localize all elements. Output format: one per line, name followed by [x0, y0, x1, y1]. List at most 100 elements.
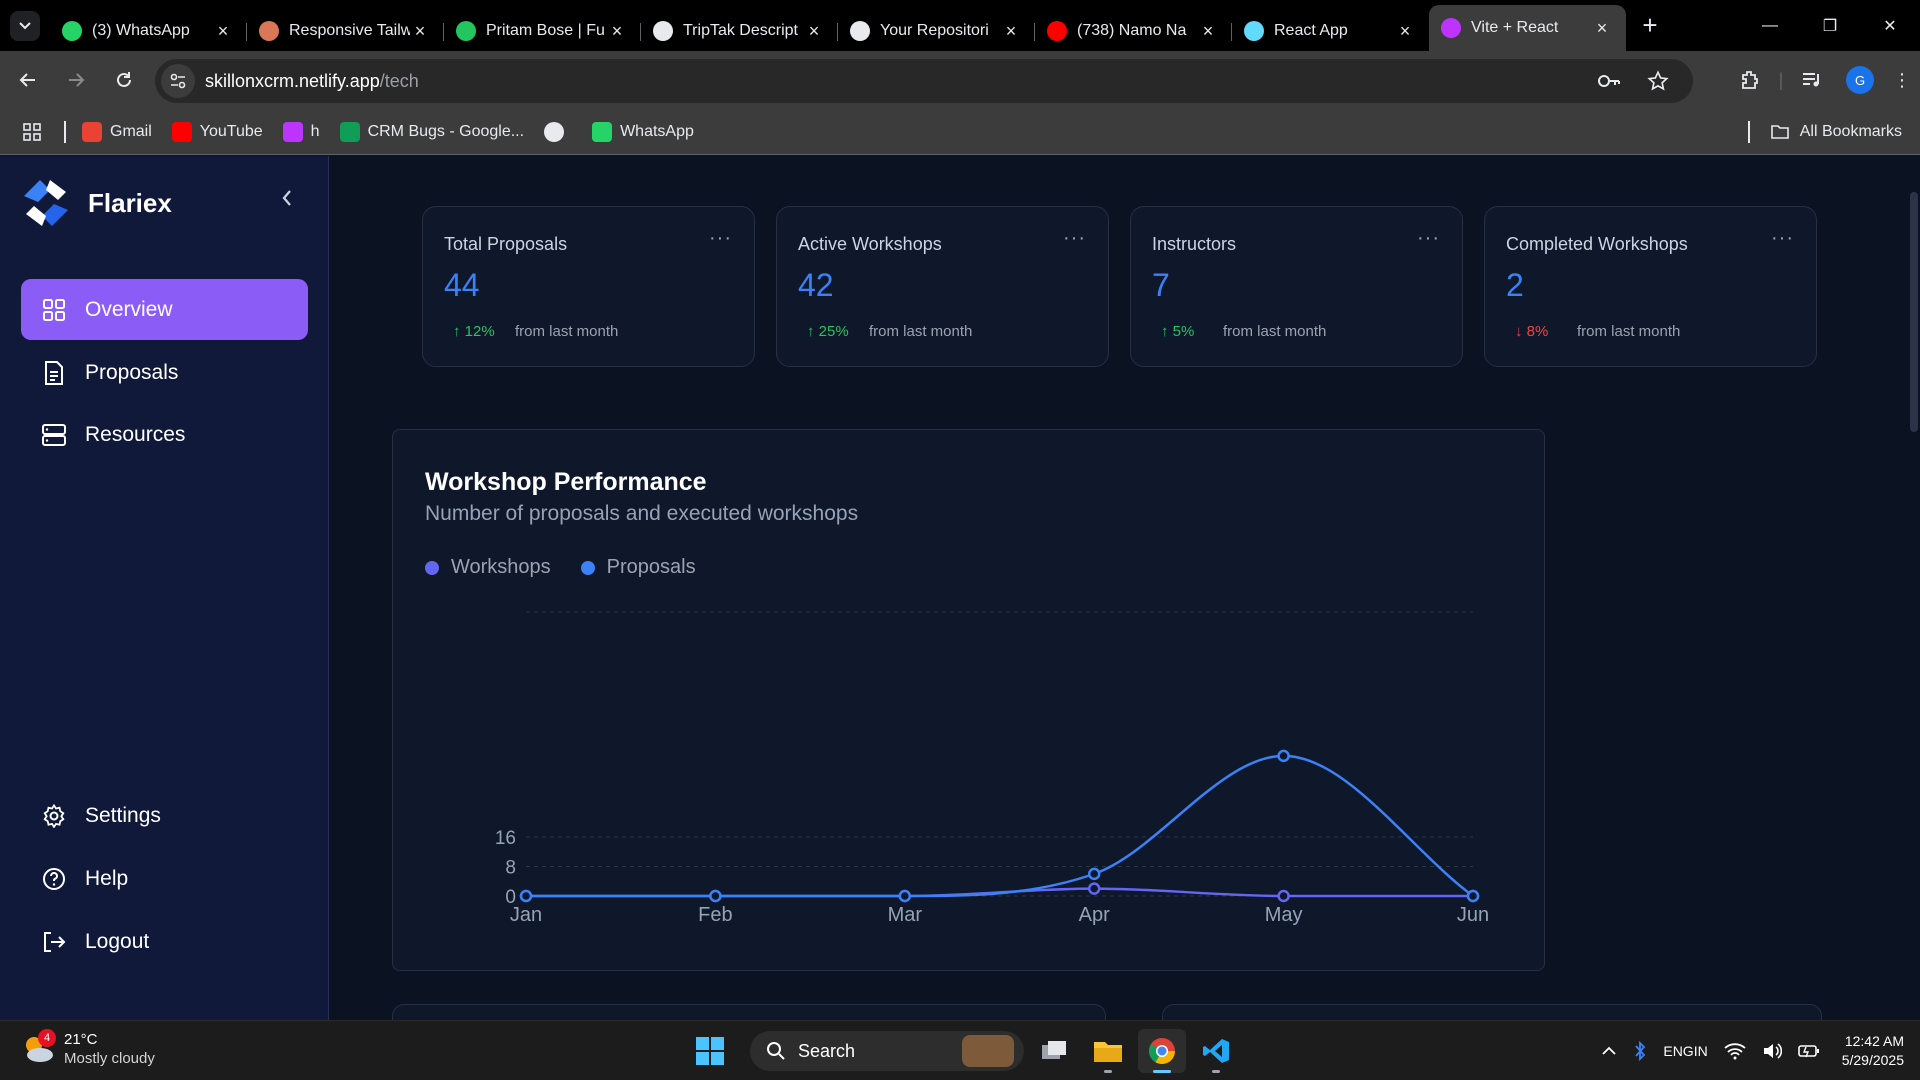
- battery-icon[interactable]: [1797, 1044, 1820, 1058]
- media-control-icon[interactable]: [1788, 70, 1836, 90]
- tab-title: Pritam Bose | Fu: [486, 22, 605, 39]
- nav-item-help[interactable]: Help: [21, 848, 308, 909]
- help-icon: [41, 866, 67, 892]
- restore-button[interactable]: ❐: [1800, 0, 1860, 51]
- browser-tab[interactable]: Pritam Bose | Fu ×: [444, 11, 641, 51]
- browser-tab[interactable]: Responsive Tailw ×: [247, 11, 444, 51]
- scrollbar-thumb[interactable]: [1910, 192, 1918, 432]
- close-tab-icon[interactable]: ×: [213, 21, 233, 42]
- grid-icon: [41, 297, 67, 323]
- close-tab-icon[interactable]: ×: [410, 21, 430, 42]
- forward-button[interactable]: [56, 60, 96, 100]
- site-info-button[interactable]: [161, 64, 195, 98]
- workshop-line-chart: 0816Jan Feb Mar Apr May Jun: [495, 611, 1489, 926]
- browser-tab[interactable]: (738) Namo Na ×: [1035, 11, 1232, 51]
- browser-tab[interactable]: (3) WhatsApp ×: [50, 11, 247, 51]
- document-icon: [41, 360, 67, 386]
- more-options-icon[interactable]: ···: [1063, 227, 1086, 250]
- tab-title: Your Repositori: [880, 22, 989, 39]
- youtube-icon: [171, 121, 192, 142]
- back-button[interactable]: [8, 60, 48, 100]
- url-host: skillonxcrm.netlify.app: [205, 70, 380, 91]
- tune-icon: [170, 73, 186, 89]
- extensions-icon[interactable]: [1726, 69, 1774, 91]
- chevron-left-icon: [282, 190, 291, 206]
- nav-item-label: Help: [85, 866, 129, 890]
- nav-item-proposals[interactable]: Proposals: [21, 342, 308, 403]
- nav-item-settings[interactable]: Settings: [21, 785, 308, 846]
- gmail-icon: [82, 121, 102, 142]
- more-options-icon[interactable]: ···: [1771, 227, 1794, 250]
- browser-tab[interactable]: Vite + React ×: [1429, 5, 1626, 51]
- tab-strip: (3) WhatsApp × Responsive Tailw × Pritam Bos…: [0, 0, 1920, 51]
- address-bar[interactable]: skillonxcrm.netlify.app/tech: [155, 59, 1693, 103]
- browser-tab[interactable]: React App ×: [1232, 11, 1429, 51]
- data-point-proposals: [519, 889, 533, 903]
- arrow-right-icon: [69, 73, 85, 87]
- password-key-icon[interactable]: [1597, 73, 1621, 89]
- vite-icon: [1441, 18, 1461, 38]
- taskbar-center: Search: [690, 1029, 1240, 1073]
- vscode-icon[interactable]: [1192, 1029, 1240, 1073]
- bookmark-item[interactable]: CRM Bugs - Google...: [339, 121, 524, 142]
- apps-grid-icon[interactable]: [0, 122, 64, 141]
- stat-value: 44: [444, 267, 480, 303]
- nav-item-logout[interactable]: Logout: [21, 911, 308, 972]
- close-tab-icon[interactable]: ×: [1592, 18, 1612, 39]
- more-menu-icon[interactable]: ⋮: [1884, 70, 1920, 91]
- windows-logo-icon: [696, 1037, 724, 1065]
- start-button[interactable]: [690, 1031, 730, 1071]
- bookmark-item[interactable]: h: [282, 121, 320, 142]
- more-options-icon[interactable]: ···: [709, 227, 732, 250]
- bookmark-item[interactable]: WhatsApp: [592, 121, 694, 142]
- close-tab-icon[interactable]: ×: [1001, 21, 1021, 42]
- all-bookmarks-label[interactable]: All Bookmarks: [1800, 123, 1902, 141]
- chrome-icon[interactable]: [1138, 1029, 1186, 1073]
- search-label: Search: [798, 1040, 856, 1061]
- browser-tab[interactable]: TripTak Descript ×: [641, 11, 838, 51]
- nav-item-overview[interactable]: Overview: [21, 279, 308, 340]
- profile-avatar[interactable]: G: [1846, 66, 1874, 94]
- globe-icon: [544, 121, 565, 142]
- bookmarks-divider-right: [1747, 121, 1750, 143]
- collapse-sidebar-button[interactable]: [280, 188, 294, 214]
- close-tab-icon[interactable]: ×: [804, 21, 824, 42]
- file-explorer-icon[interactable]: [1084, 1029, 1132, 1073]
- clock[interactable]: 12:42 AM 5/29/2025: [1842, 1032, 1904, 1070]
- browser-tab[interactable]: Your Repositori ×: [838, 11, 1035, 51]
- nav-item-resources[interactable]: Resources: [21, 404, 308, 465]
- bookmark-item[interactable]: Gmail: [82, 121, 152, 142]
- task-view-icon[interactable]: [1030, 1029, 1078, 1073]
- sheets-icon: [339, 121, 360, 142]
- volume-icon[interactable]: [1762, 1042, 1782, 1060]
- reload-button[interactable]: [104, 60, 144, 100]
- page-scrollbar[interactable]: [1908, 156, 1920, 1020]
- close-window-button[interactable]: ✕: [1860, 0, 1920, 51]
- bookmark-item[interactable]: YouTube: [171, 121, 263, 142]
- brand-name: Flariex: [88, 187, 172, 218]
- minimize-button[interactable]: —: [1740, 0, 1800, 51]
- bluetooth-icon[interactable]: [1633, 1041, 1647, 1061]
- star-icon[interactable]: [1647, 70, 1669, 92]
- sidebar: Flariex Overview Proposals Resources Setti…: [0, 156, 329, 1020]
- weather-widget[interactable]: 4 21°C Mostly cloudy: [20, 1029, 155, 1068]
- lang-bottom: IN: [1693, 1042, 1708, 1059]
- language-indicator[interactable]: ENG IN: [1663, 1042, 1707, 1061]
- close-tab-icon[interactable]: ×: [1198, 21, 1218, 42]
- stat-delta-suffix: from last month: [1223, 323, 1327, 340]
- more-options-icon[interactable]: ···: [1417, 227, 1440, 250]
- bookmark-item[interactable]: [544, 121, 572, 142]
- close-tab-icon[interactable]: ×: [607, 21, 627, 42]
- browser-toolbar: skillonxcrm.netlify.app/tech | G ⋮: [0, 51, 1920, 109]
- new-tab-button[interactable]: +: [1632, 8, 1668, 44]
- tab-search-button[interactable]: [10, 10, 40, 41]
- wifi-icon[interactable]: [1724, 1042, 1746, 1060]
- windows-taskbar: 4 21°C Mostly cloudy Search ENG IN 12:42…: [0, 1020, 1920, 1080]
- bookmark-label: h: [310, 122, 320, 140]
- close-tab-icon[interactable]: ×: [1395, 21, 1415, 42]
- data-point-proposals: [1087, 867, 1101, 881]
- toolbar-divider: |: [1778, 69, 1784, 90]
- taskbar-search[interactable]: Search: [750, 1031, 1024, 1071]
- nav-item-label: Overview: [85, 297, 173, 321]
- chevron-up-icon[interactable]: [1601, 1046, 1617, 1056]
